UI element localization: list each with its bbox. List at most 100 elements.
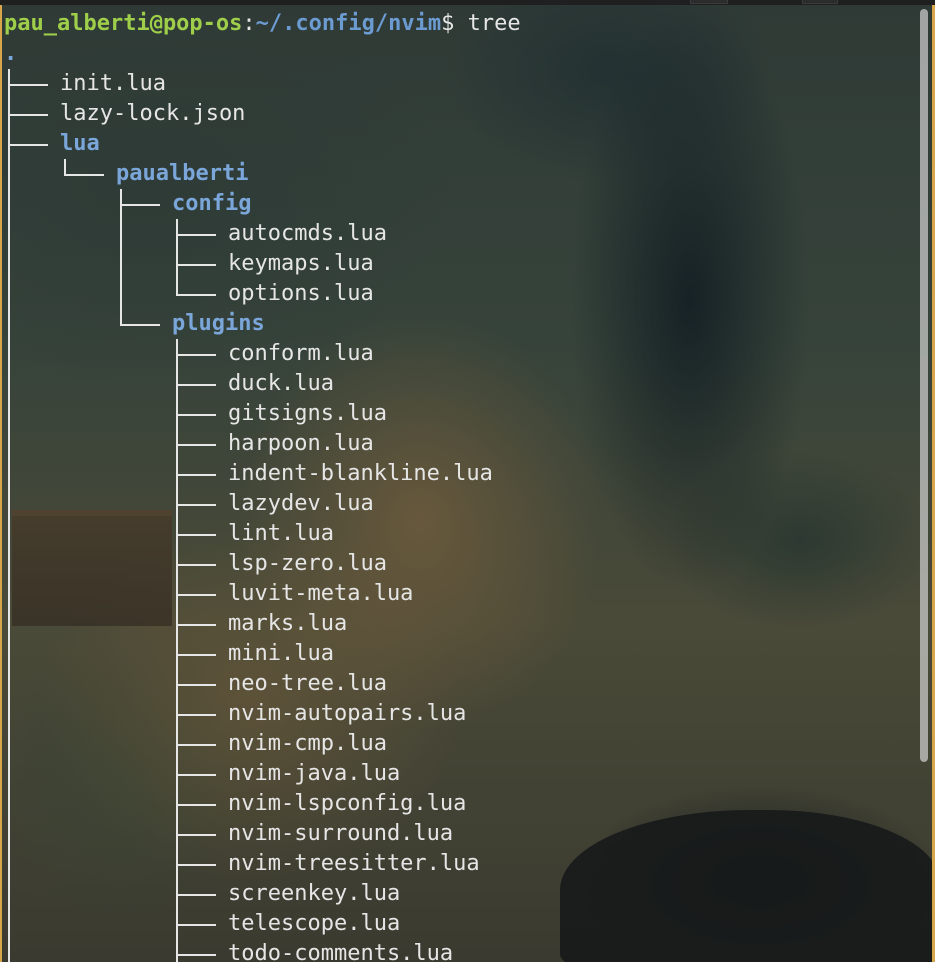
- tree-guide-line: [8, 609, 10, 639]
- window-tab-handle[interactable]: [802, 0, 838, 4]
- tree-branch-line: [176, 564, 216, 566]
- tree-branch-line: [176, 744, 216, 746]
- tree-file-row: duck.lua: [4, 369, 914, 399]
- tree-guide-line: [8, 249, 10, 279]
- terminal-output[interactable]: pau_alberti@pop-os:~/.config/nvim$ tree …: [4, 9, 914, 962]
- tree-file-row: lsp-zero.lua: [4, 549, 914, 579]
- shell-prompt-line: pau_alberti@pop-os:~/.config/nvim$ tree: [4, 9, 914, 39]
- tree-directory-row: paualberti: [4, 159, 914, 189]
- tree-guide-line: [8, 279, 10, 309]
- tree-file-row: nvim-cmp.lua: [4, 729, 914, 759]
- tree-guide-line: [8, 519, 10, 549]
- tree-branch-line: [176, 954, 216, 956]
- file-name: nvim-lspconfig.lua: [228, 791, 467, 816]
- tree-branch-line: [8, 84, 48, 86]
- prompt-path: ~/.config/nvim: [255, 11, 442, 36]
- file-name: autocmds.lua: [228, 221, 387, 246]
- file-name: luvit-meta.lua: [228, 581, 414, 606]
- file-name: todo-comments.lua: [228, 941, 454, 962]
- tree-branch-line: [120, 204, 160, 206]
- tree-root-line: .: [4, 39, 914, 69]
- tree-file-row: nvim-autopairs.lua: [4, 699, 914, 729]
- tree-file-row: keymaps.lua: [4, 249, 914, 279]
- tree-file-row: todo-comments.lua: [4, 939, 914, 962]
- tree-branch-line: [176, 774, 216, 776]
- tree-branch-line: [64, 174, 104, 176]
- file-name: duck.lua: [228, 371, 334, 396]
- tree-branch-line: [176, 834, 216, 836]
- tree-guide-line: [8, 159, 10, 189]
- tree-branch-line: [176, 504, 216, 506]
- scrollbar-thumb[interactable]: [920, 9, 928, 762]
- terminal-scrollbar[interactable]: [920, 9, 928, 962]
- file-name: lazydev.lua: [228, 491, 374, 516]
- tree-branch-line: [176, 804, 216, 806]
- file-name: lint.lua: [228, 521, 334, 546]
- file-name: marks.lua: [228, 611, 348, 636]
- file-name: keymaps.lua: [228, 251, 374, 276]
- tree-listing: init.lua lazy-lock.json lua paualberti confi…: [4, 69, 914, 962]
- window-tab-handle[interactable]: [690, 0, 728, 4]
- tree-guide-line: [8, 459, 10, 489]
- tree-guide-line: [8, 189, 10, 219]
- tree-file-row: mini.lua: [4, 639, 914, 669]
- file-name: telescope.lua: [228, 911, 401, 936]
- file-name: screenkey.lua: [228, 881, 401, 906]
- tree-branch-line: [176, 714, 216, 716]
- tree-file-row: lazy-lock.json: [4, 99, 914, 129]
- tree-file-row: luvit-meta.lua: [4, 579, 914, 609]
- file-name: nvim-cmp.lua: [228, 731, 387, 756]
- tree-guide-line: [8, 309, 10, 339]
- file-name: harpoon.lua: [228, 431, 374, 456]
- file-name: nvim-treesitter.lua: [228, 851, 480, 876]
- file-name: nvim-java.lua: [228, 761, 401, 786]
- directory-name: lua: [60, 131, 100, 156]
- directory-name: plugins: [172, 311, 265, 336]
- tree-guide-line: [8, 219, 10, 249]
- tree-branch-line: [176, 594, 216, 596]
- tree-branch-line: [176, 234, 216, 236]
- tree-branch-line: [176, 384, 216, 386]
- tree-branch-line: [176, 624, 216, 626]
- tree-branch-line: [176, 294, 216, 296]
- prompt-dollar: $: [441, 11, 455, 36]
- directory-name: config: [172, 191, 252, 216]
- tree-branch-line: [64, 159, 66, 175]
- tree-file-row: nvim-lspconfig.lua: [4, 789, 914, 819]
- tree-branch-line: [176, 939, 178, 962]
- tree-branch-line: [176, 864, 216, 866]
- tree-branch-line: [176, 444, 216, 446]
- tree-directory-row: lua: [4, 129, 914, 159]
- tree-guide-line: [8, 879, 10, 909]
- tree-file-row: init.lua: [4, 69, 914, 99]
- tree-file-row: gitsigns.lua: [4, 399, 914, 429]
- tree-file-row: lazydev.lua: [4, 489, 914, 519]
- tree-branch-line: [176, 279, 178, 295]
- tree-branch-line: [8, 114, 48, 116]
- tree-guide-line: [8, 819, 10, 849]
- tree-guide-line: [8, 759, 10, 789]
- tree-branch-line: [120, 324, 160, 326]
- tree-directory-row: plugins: [4, 309, 914, 339]
- file-name: indent-blankline.lua: [228, 461, 493, 486]
- tree-file-row: autocmds.lua: [4, 219, 914, 249]
- file-name: nvim-autopairs.lua: [228, 701, 467, 726]
- window-top-edge: [0, 0, 935, 5]
- tree-file-row: telescope.lua: [4, 909, 914, 939]
- tree-file-row: options.lua: [4, 279, 914, 309]
- tree-file-row: nvim-surround.lua: [4, 819, 914, 849]
- tree-guide-line: [8, 729, 10, 759]
- prompt-colon: :: [242, 11, 256, 36]
- tree-guide-line: [8, 579, 10, 609]
- tree-branch-line: [176, 894, 216, 896]
- directory-name: paualberti: [116, 161, 249, 186]
- tree-branch-line: [176, 474, 216, 476]
- tree-file-row: lint.lua: [4, 519, 914, 549]
- tree-guide-line: [8, 909, 10, 939]
- tree-file-row: screenkey.lua: [4, 879, 914, 909]
- tree-guide-line: [8, 399, 10, 429]
- file-name: gitsigns.lua: [228, 401, 387, 426]
- prompt-command: tree: [454, 11, 521, 36]
- tree-directory-row: config: [4, 189, 914, 219]
- tree-branch-line: [176, 924, 216, 926]
